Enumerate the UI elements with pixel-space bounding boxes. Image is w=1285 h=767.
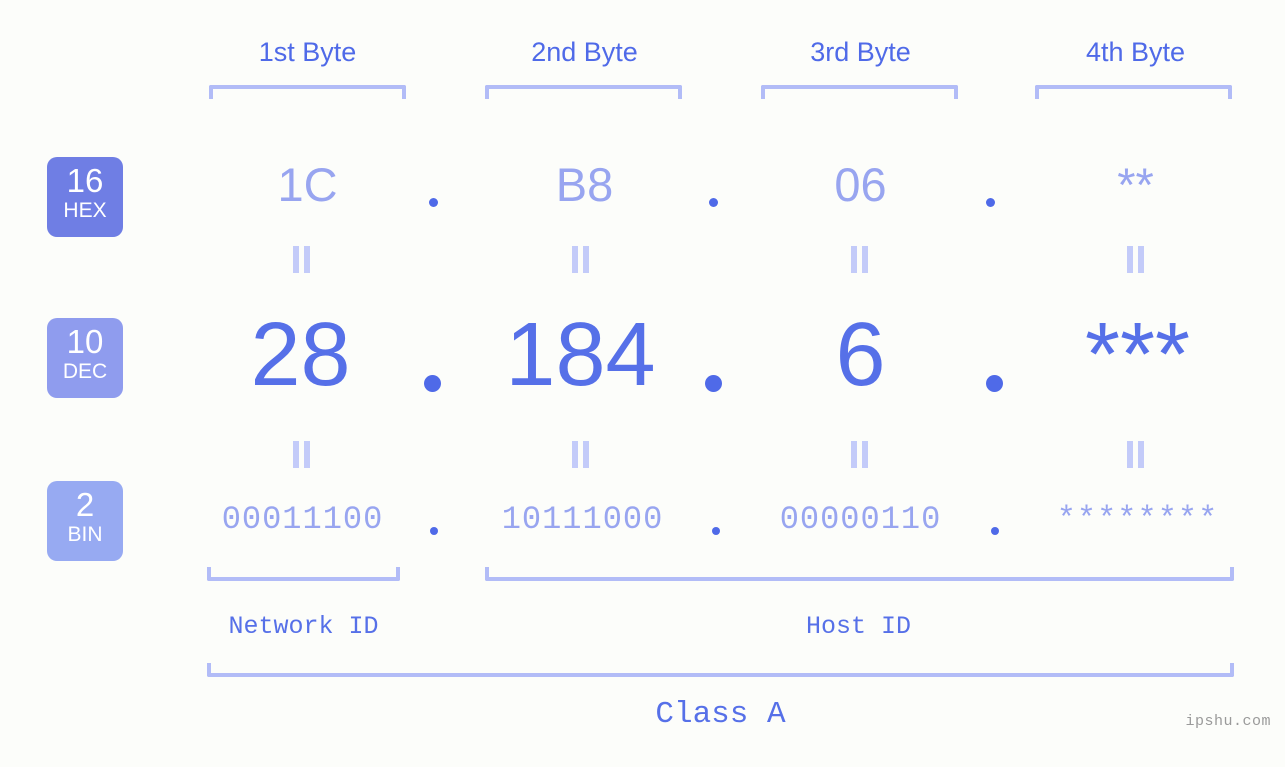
dec-byte-3: 6 <box>835 305 886 405</box>
network-id-label: Network ID <box>228 612 379 641</box>
base-badge-dec: 10 DEC <box>47 318 123 398</box>
dec-byte-2: 184 <box>505 305 656 405</box>
host-id-label: Host ID <box>805 612 912 641</box>
hex-separator-dot-3 <box>986 198 995 207</box>
hex-byte-4: ** <box>1117 158 1154 211</box>
equals-mark-hex-dec-3 <box>849 246 870 273</box>
hex-byte-1: 1C <box>277 158 338 211</box>
byte-header-2: 2nd Byte <box>531 37 638 67</box>
host-id-bracket <box>485 567 1234 581</box>
equals-mark-hex-dec-4 <box>1125 246 1146 273</box>
equals-mark-dec-bin-4 <box>1125 441 1146 468</box>
bin-byte-2: 10111000 <box>501 501 664 538</box>
bin-separator-dot-2 <box>712 527 720 535</box>
class-label: Class A <box>655 697 786 732</box>
hex-byte-2: B8 <box>555 158 614 211</box>
bin-separator-dot-3 <box>991 527 999 535</box>
watermark: ipshu.com <box>1185 713 1271 730</box>
network-id-bracket <box>207 567 400 581</box>
equals-mark-dec-bin-2 <box>570 441 591 468</box>
bin-byte-4: ******** <box>1056 501 1219 538</box>
base-badge-dec-number: 10 <box>66 323 104 360</box>
byte-header-1: 1st Byte <box>258 37 357 67</box>
bin-byte-1: 00011100 <box>221 501 384 538</box>
byte-header-4: 4th Byte <box>1085 37 1186 67</box>
bin-separator-dot-1 <box>430 527 438 535</box>
base-badge-bin-name: BIN <box>67 523 103 546</box>
dec-separator-dot-3 <box>986 375 1003 392</box>
byte-bracket-3 <box>761 85 958 99</box>
byte-header-3: 3rd Byte <box>810 37 911 67</box>
hex-separator-dot-2 <box>709 198 718 207</box>
bin-byte-3: 00000110 <box>779 501 942 538</box>
base-badge-dec-name: DEC <box>62 360 108 383</box>
ip-byte-diagram: 1st Byte 2nd Byte 3rd Byte 4th Byte 16 H… <box>0 0 1285 767</box>
base-badge-bin: 2 BIN <box>47 481 123 561</box>
class-bracket <box>207 663 1234 677</box>
base-badge-hex-number: 16 <box>66 162 104 199</box>
byte-bracket-2 <box>485 85 682 99</box>
base-badge-bin-number: 2 <box>75 486 95 523</box>
hex-separator-dot-1 <box>429 198 438 207</box>
base-badge-hex-name: HEX <box>63 199 107 222</box>
equals-mark-dec-bin-3 <box>849 441 870 468</box>
equals-mark-hex-dec-1 <box>291 246 312 273</box>
dec-separator-dot-1 <box>424 375 441 392</box>
dec-separator-dot-2 <box>705 375 722 392</box>
byte-bracket-1 <box>209 85 406 99</box>
byte-bracket-4 <box>1035 85 1232 99</box>
equals-mark-dec-bin-1 <box>291 441 312 468</box>
dec-byte-1: 28 <box>250 305 351 405</box>
hex-byte-3: 06 <box>834 158 887 211</box>
equals-mark-hex-dec-2 <box>570 246 591 273</box>
base-badge-hex: 16 HEX <box>47 157 123 237</box>
dec-byte-4: *** <box>1084 305 1191 405</box>
